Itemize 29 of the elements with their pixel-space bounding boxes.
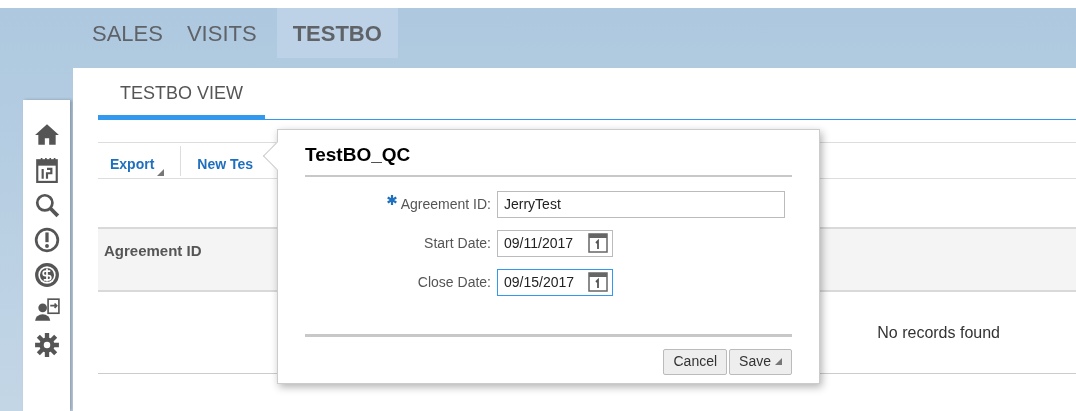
dialog-title: TestBO_QC bbox=[305, 130, 792, 177]
view-tab[interactable]: TESTBO VIEW bbox=[98, 80, 265, 120]
calendar-icon[interactable] bbox=[33, 157, 60, 183]
search-icon[interactable] bbox=[33, 192, 60, 218]
input-text[interactable]: 09/15/2017 bbox=[504, 271, 586, 293]
input-text[interactable]: 09/11/2017 bbox=[504, 232, 586, 254]
date-field[interactable]: 09/15/2017 bbox=[497, 268, 613, 296]
empty-message: No records found bbox=[877, 322, 1000, 343]
field-label: Start Date: bbox=[424, 234, 491, 251]
button[interactable]: Cancel bbox=[663, 348, 728, 375]
menu-button[interactable]: Save bbox=[729, 348, 792, 375]
nav-tab[interactable]: VISITS bbox=[174, 8, 269, 58]
field-label: Close Date: bbox=[417, 273, 491, 290]
input-field[interactable]: JerryTest bbox=[497, 190, 785, 218]
calendar-icon[interactable] bbox=[588, 233, 608, 254]
user-transfer-icon[interactable] bbox=[33, 297, 60, 323]
toolbar-button[interactable]: New Tes bbox=[180, 145, 266, 176]
nav-tab[interactable]: SALES bbox=[80, 8, 175, 58]
input-text[interactable]: JerryTest bbox=[504, 193, 780, 215]
alert-icon[interactable] bbox=[33, 227, 60, 253]
settings-icon[interactable] bbox=[33, 332, 60, 358]
date-field[interactable]: 09/11/2017 bbox=[497, 229, 613, 257]
column-header: Agreement ID bbox=[104, 241, 202, 261]
calendar-icon[interactable] bbox=[588, 272, 608, 293]
menu-button[interactable]: Export bbox=[98, 145, 177, 176]
field-label: Agreement ID: bbox=[400, 195, 491, 212]
coin-icon[interactable] bbox=[33, 262, 60, 288]
home-icon[interactable] bbox=[33, 122, 60, 148]
nav-tab[interactable]: TESTBO bbox=[276, 8, 398, 58]
